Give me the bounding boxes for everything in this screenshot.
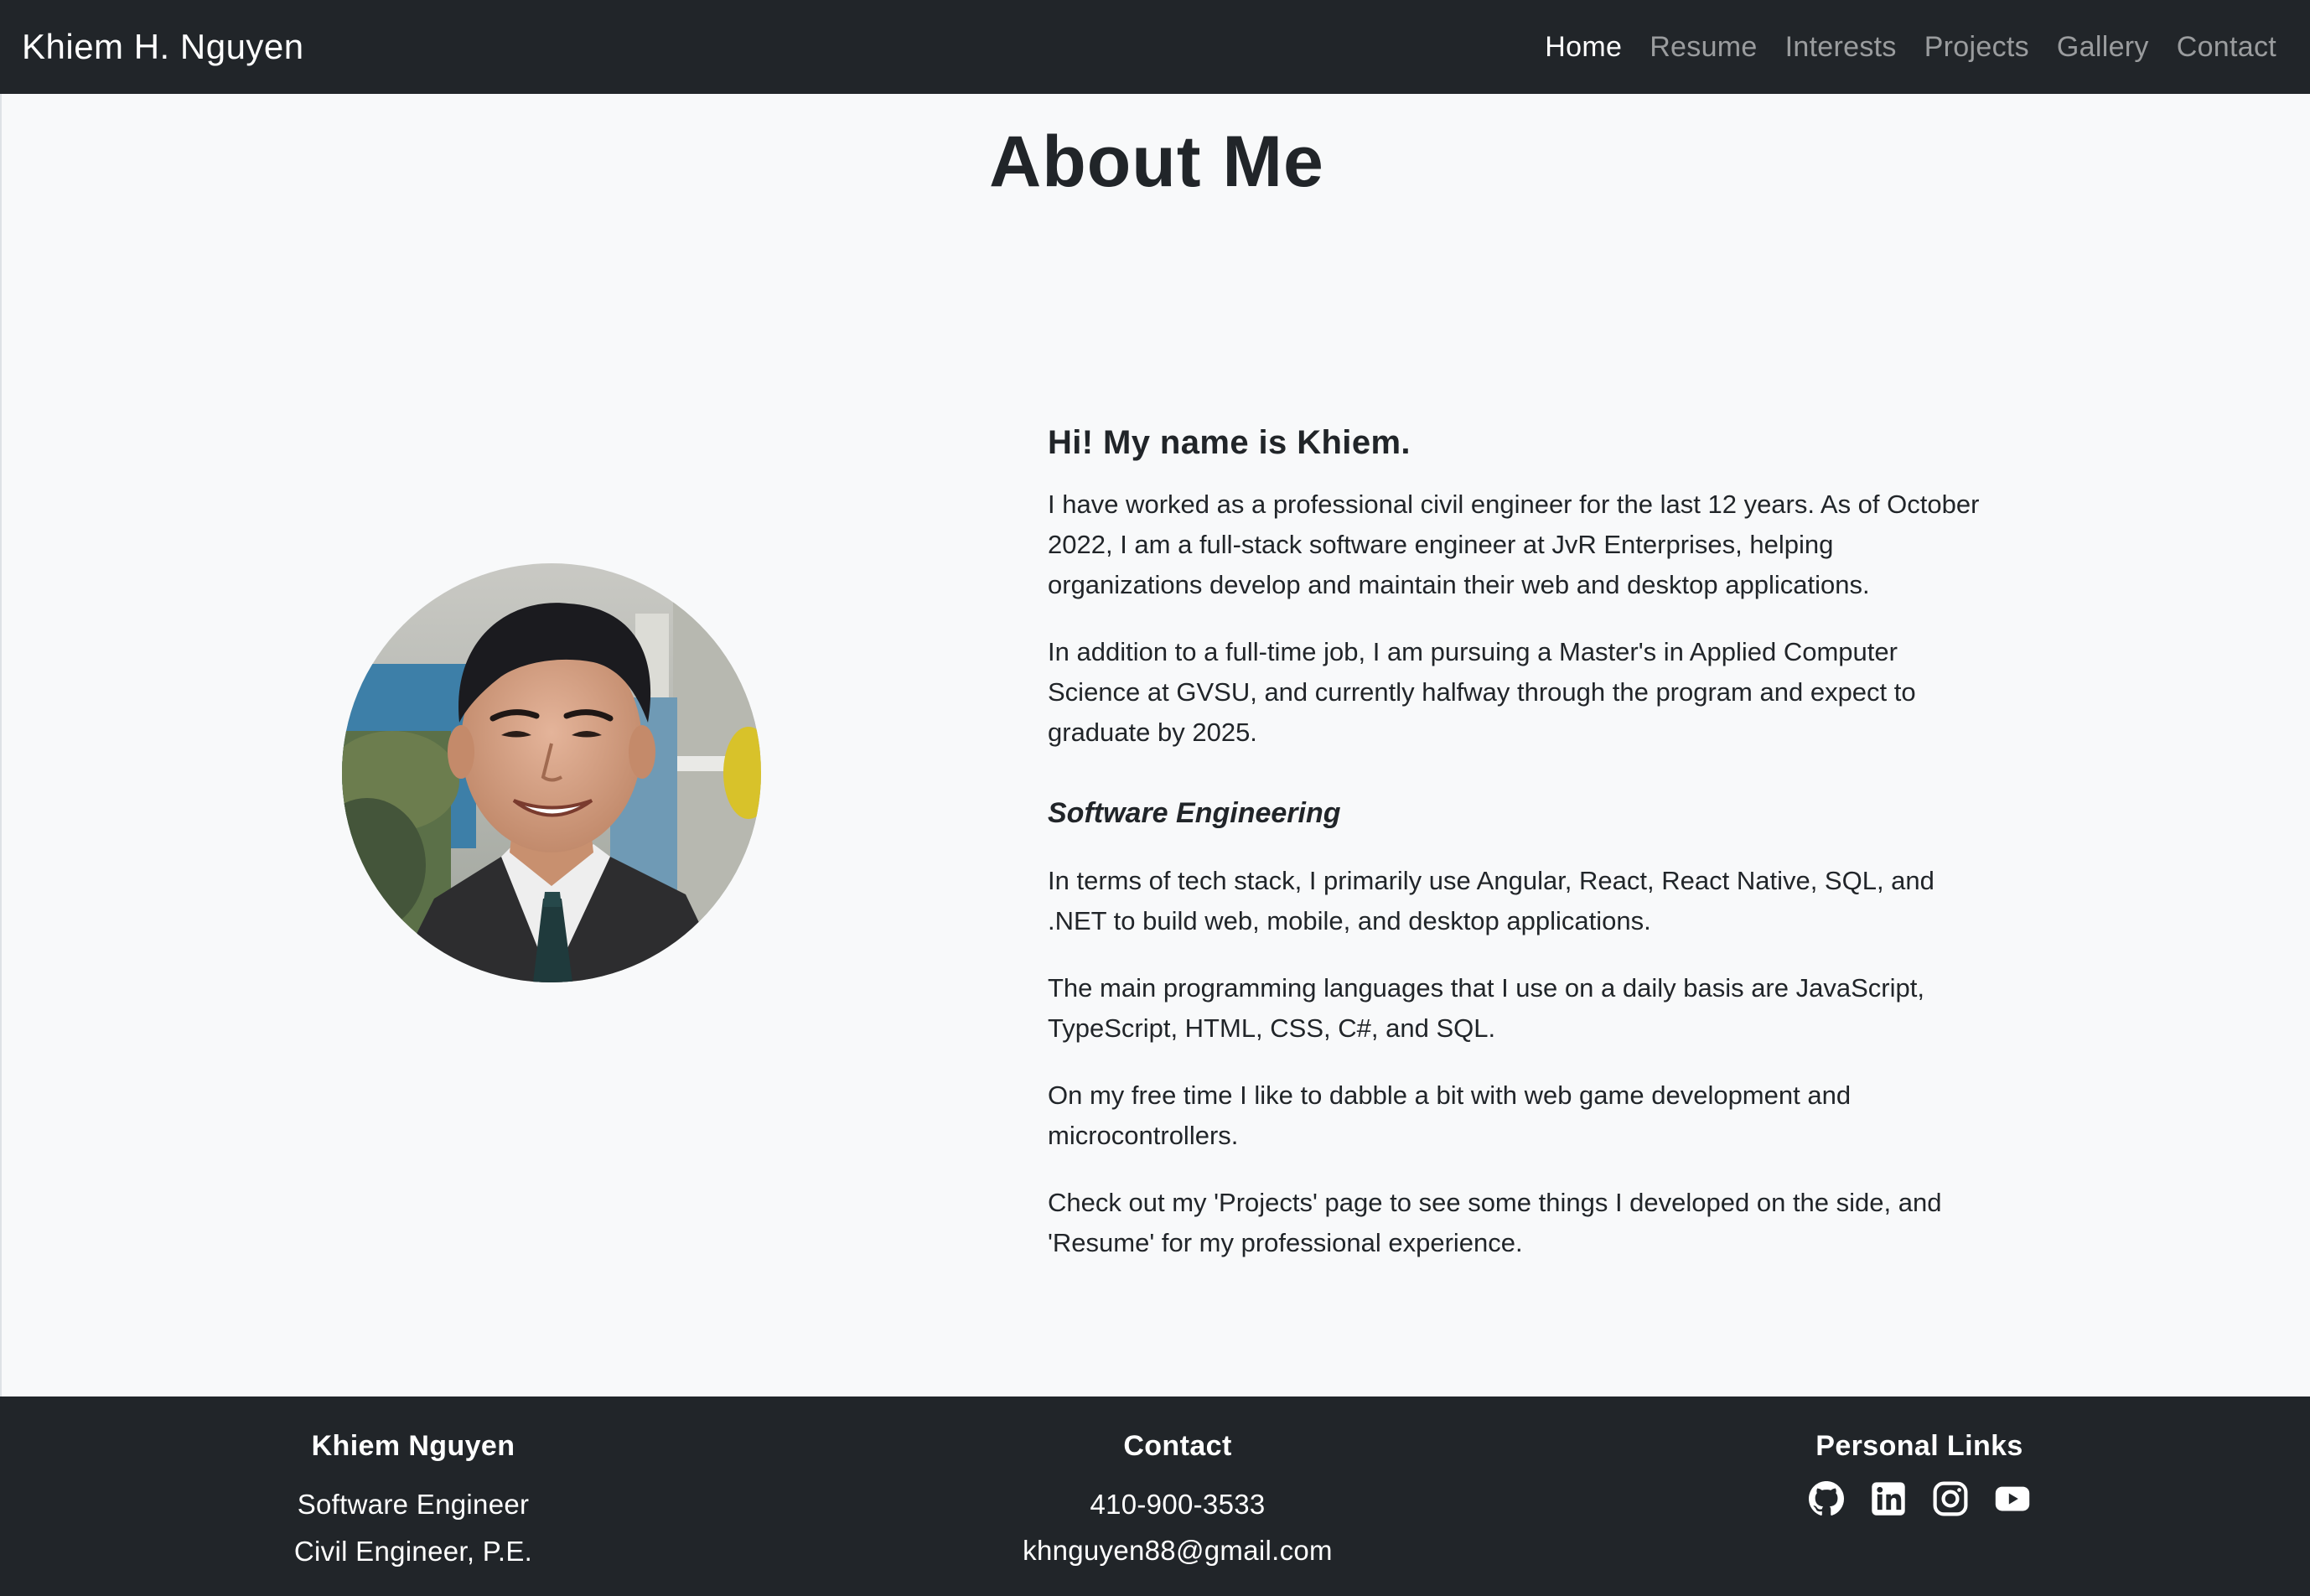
footer-contact: Contact 410-900-3533 khnguyen88@gmail.co… (926, 1430, 1429, 1573)
main-content: About Me Hi! My name is Khiem. I have wo… (0, 94, 2310, 1396)
linkedin-icon[interactable] (1871, 1481, 1906, 1516)
page-title: About Me (989, 122, 1324, 202)
about-section: Hi! My name is Khiem. I have worked as a… (1048, 325, 1986, 1290)
footer-links-heading: Personal Links (1815, 1430, 2023, 1462)
footer-about: Khiem Nguyen Software Engineer Civil Eng… (162, 1430, 665, 1575)
greeting-heading: Hi! My name is Khiem. (1048, 424, 1411, 461)
section-heading: Software Engineering (1048, 797, 1341, 829)
nav-link-interests[interactable]: Interests (1785, 31, 1897, 64)
nav-link-gallery[interactable]: Gallery (2057, 31, 2149, 64)
instagram-icon[interactable] (1933, 1481, 1968, 1516)
footer: Khiem Nguyen Software Engineer Civil Eng… (0, 1396, 2310, 1596)
section-paragraph: Check out my 'Projects' page to see some… (1048, 1187, 1942, 1257)
nav-link-resume[interactable]: Resume (1650, 31, 1757, 64)
footer-contact-heading: Contact (1123, 1430, 1232, 1462)
intro-paragraph: I have worked as a professional civil en… (1048, 490, 1980, 599)
nav-link-projects[interactable]: Projects (1924, 31, 2029, 64)
social-icons (1668, 1481, 2171, 1516)
intro-paragraph: In addition to a full-time job, I am pur… (1048, 637, 1916, 747)
footer-phone[interactable]: 410-900-3533 (926, 1481, 1429, 1527)
section-paragraph: On my free time I like to dabble a bit w… (1048, 1080, 1852, 1150)
navbar: Khiem H. Nguyen Home Resume Interests Pr… (0, 0, 2310, 94)
section-paragraph: The main programming languages that I us… (1048, 972, 1924, 1043)
github-icon[interactable] (1809, 1481, 1844, 1516)
footer-name: Khiem Nguyen (311, 1430, 515, 1462)
footer-links: Personal Links (1668, 1430, 2171, 1516)
footer-email[interactable]: khnguyen88@gmail.com (926, 1527, 1429, 1573)
footer-role: Civil Engineer, P.E. (293, 1536, 533, 1567)
profile-photo (342, 563, 761, 982)
nav-link-home[interactable]: Home (1545, 31, 1622, 64)
nav-link-contact[interactable]: Contact (2177, 31, 2276, 64)
section-paragraph: In terms of tech stack, I primarily use … (1048, 865, 1934, 935)
brand-link[interactable]: Khiem H. Nguyen (22, 27, 304, 67)
footer-role: Software Engineer (297, 1489, 530, 1520)
nav-links: Home Resume Interests Projects Gallery C… (1517, 31, 2276, 64)
youtube-icon[interactable] (1995, 1481, 2030, 1516)
